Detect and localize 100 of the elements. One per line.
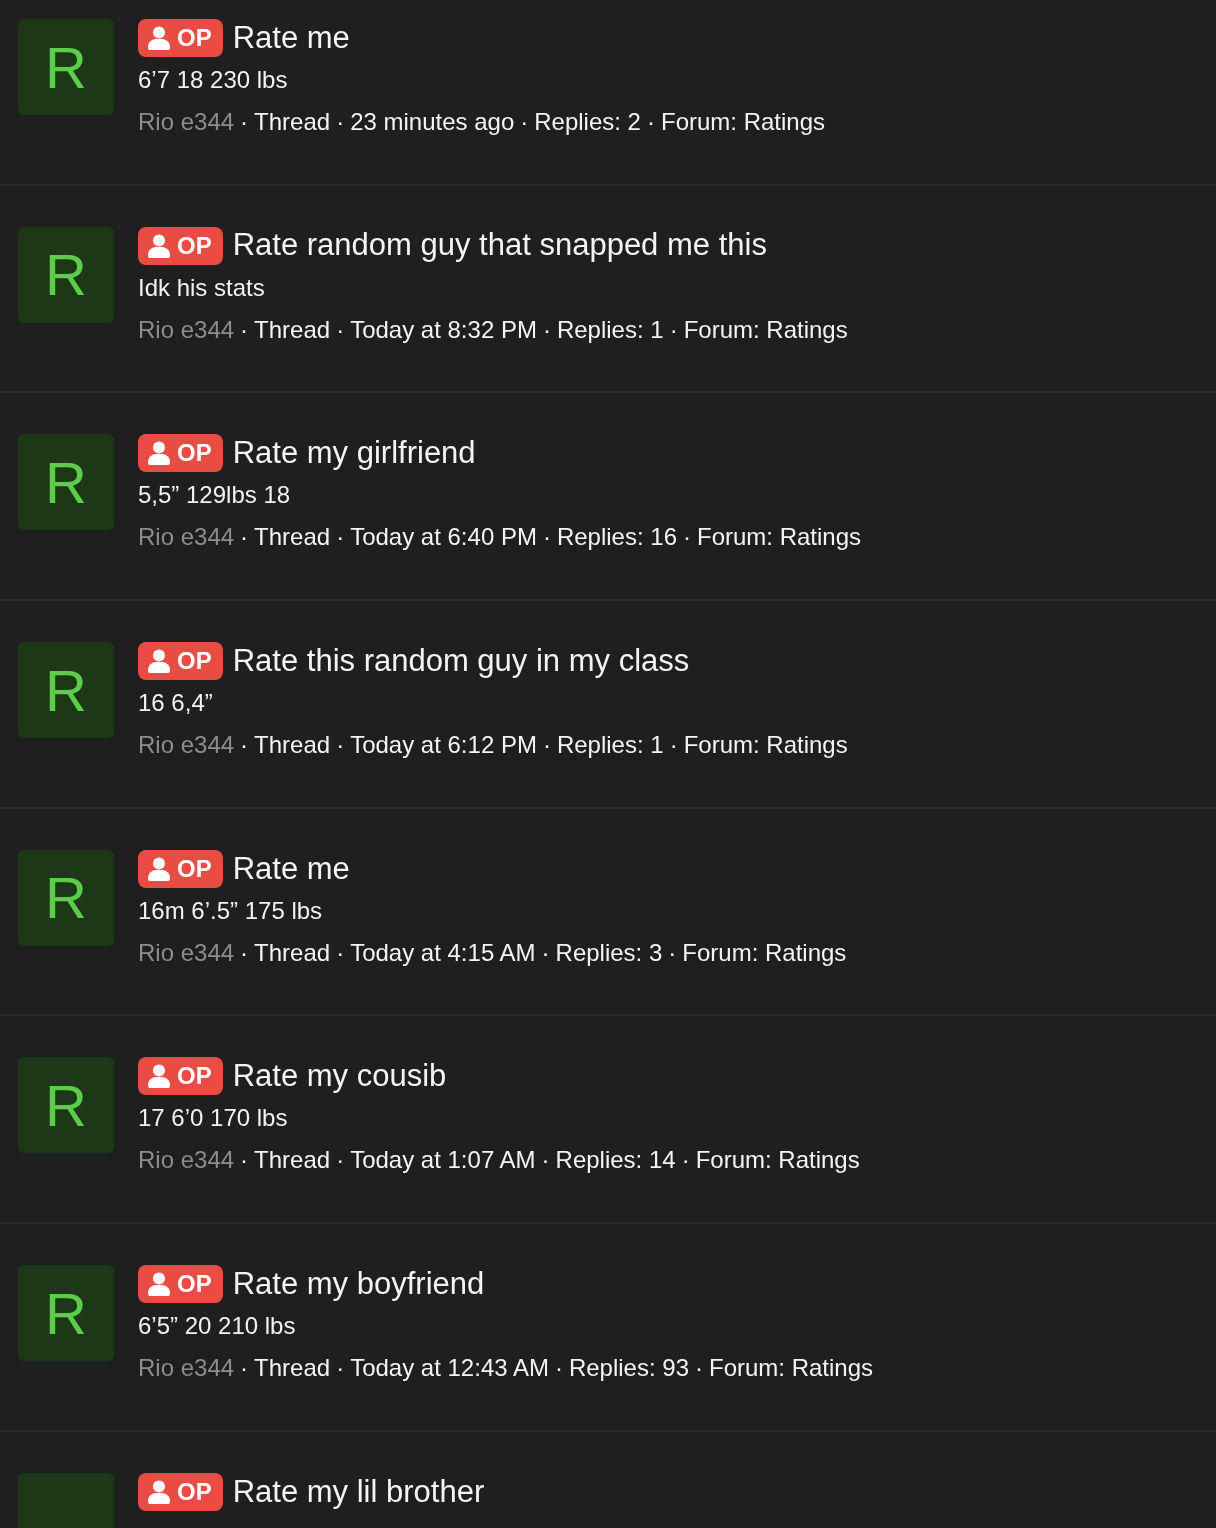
user-icon	[148, 856, 170, 881]
author-link[interactable]: Rio e344	[138, 937, 235, 968]
thread-title[interactable]: Rate me	[232, 845, 350, 892]
author-link[interactable]: Rio e344	[138, 107, 235, 137]
thread-type: Thread	[254, 522, 331, 553]
op-badge: OP	[138, 1265, 223, 1304]
separator-dot: ·	[240, 522, 249, 553]
separator-dot: ·	[669, 314, 678, 345]
separator-dot: ·	[695, 1353, 703, 1384]
separator-dot: ·	[240, 730, 249, 761]
post-time[interactable]: 23 minutes ago	[350, 107, 515, 137]
reply-count: Replies: 16	[556, 522, 677, 553]
thread-title[interactable]: Rate my girlfriend	[232, 430, 476, 477]
thread-snippet: Idk his stats	[138, 272, 266, 303]
thread-type: Thread	[254, 314, 331, 345]
avatar[interactable]: R	[18, 642, 114, 739]
thread-snippet: 6’7 18 230 lbs	[138, 65, 289, 95]
thread-title[interactable]: Rate random guy that snapped me this	[232, 222, 767, 269]
separator-dot: ·	[336, 107, 345, 137]
post-time[interactable]: Today at 8:32 PM	[350, 314, 537, 345]
user-icon	[148, 233, 170, 258]
separator-dot: ·	[646, 107, 655, 137]
avatar[interactable]: R	[18, 1057, 114, 1154]
separator-dot: ·	[336, 314, 345, 345]
forum-name[interactable]: Forum: Ratings	[695, 1145, 860, 1176]
thread-type: Thread	[254, 937, 331, 968]
post-time[interactable]: Today at 6:40 PM	[350, 522, 537, 553]
op-badge: OP	[138, 226, 223, 265]
author-link[interactable]: Rio e344	[138, 1353, 235, 1384]
user-icon	[148, 441, 170, 466]
forum-name[interactable]: Forum: Ratings	[697, 522, 862, 553]
avatar[interactable]: R	[18, 434, 114, 531]
separator-dot: ·	[336, 522, 345, 553]
separator-dot: ·	[683, 522, 691, 553]
avatar[interactable]: R	[18, 1265, 114, 1362]
separator-dot: ·	[542, 522, 551, 553]
reply-count: Replies: 2	[534, 107, 641, 137]
thread-title[interactable]: Rate my lil brother	[232, 1468, 485, 1516]
reply-count: Replies: 1	[556, 730, 664, 761]
reply-count: Replies: 1	[556, 314, 664, 345]
separator-dot: ·	[669, 730, 678, 761]
reply-count: Replies: 14	[555, 1145, 676, 1176]
separator-dot: ·	[554, 1353, 563, 1384]
thread-type: Thread	[254, 1145, 331, 1176]
thread-type: Thread	[254, 730, 331, 761]
author-link[interactable]: Rio e344	[138, 522, 235, 553]
op-badge: OP	[138, 1057, 223, 1096]
forum-name[interactable]: Forum: Ratings	[660, 107, 826, 137]
separator-dot: ·	[541, 937, 550, 968]
separator-dot: ·	[520, 107, 529, 137]
thread-snippet: 16 6,4”	[138, 688, 214, 719]
separator-dot: ·	[668, 937, 677, 968]
thread-title[interactable]: Rate my cousib	[232, 1053, 447, 1100]
user-icon	[148, 649, 170, 674]
author-link[interactable]: Rio e344	[138, 1145, 235, 1176]
separator-dot: ·	[541, 1145, 550, 1176]
forum-name[interactable]: Forum: Ratings	[683, 730, 848, 761]
forum-name[interactable]: Forum: Ratings	[709, 1353, 874, 1384]
author-link[interactable]: Rio e344	[138, 314, 235, 345]
thread-type: Thread	[254, 1353, 331, 1384]
separator-dot: ·	[336, 937, 345, 968]
thread-snippet: 17 6’0 170 lbs	[138, 1103, 289, 1134]
thread-snippet: 16m 6’.5” 175 lbs	[138, 895, 324, 926]
op-badge: OP	[138, 434, 223, 473]
avatar[interactable]: R	[18, 19, 114, 115]
post-time[interactable]: Today at 6:12 PM	[350, 730, 537, 761]
separator-dot: ·	[542, 730, 551, 761]
post-time[interactable]: Today at 12:43 AM	[350, 1353, 549, 1384]
user-icon	[148, 1064, 170, 1089]
thread-title[interactable]: Rate my boyfriend	[232, 1260, 485, 1308]
thread-snippet: 6’5” 20 210 lbs	[138, 1311, 297, 1342]
user-icon	[148, 1479, 170, 1504]
separator-dot: ·	[240, 937, 249, 968]
forum-name[interactable]: Forum: Ratings	[682, 937, 847, 968]
reply-count: Replies: 3	[555, 937, 663, 968]
separator-dot: ·	[240, 314, 249, 345]
separator-dot: ·	[240, 107, 249, 137]
thread-snippet: 5,5” 129lbs 18	[138, 480, 292, 511]
separator-dot: ·	[681, 1145, 690, 1176]
separator-dot: ·	[542, 314, 551, 345]
post-time[interactable]: Today at 4:15 AM	[350, 937, 536, 968]
op-badge: OP	[138, 849, 223, 888]
op-badge: OP	[138, 19, 223, 57]
thread-type: Thread	[254, 107, 331, 137]
op-badge: OP	[138, 642, 223, 681]
thread-title[interactable]: Rate this random guy in my class	[232, 637, 690, 685]
user-icon	[148, 26, 170, 50]
avatar[interactable]: R	[18, 849, 114, 946]
separator-dot: ·	[336, 730, 345, 761]
avatar[interactable]: R	[18, 226, 114, 323]
user-icon	[148, 1272, 170, 1297]
forum-name[interactable]: Forum: Ratings	[683, 314, 848, 345]
reply-count: Replies: 93	[568, 1353, 689, 1384]
thread-title[interactable]: Rate me	[232, 14, 350, 62]
separator-dot: ·	[336, 1145, 345, 1176]
post-time[interactable]: Today at 1:07 AM	[350, 1145, 536, 1176]
separator-dot: ·	[240, 1145, 249, 1176]
op-badge: OP	[138, 1472, 223, 1511]
separator-dot: ·	[336, 1353, 345, 1384]
author-link[interactable]: Rio e344	[138, 730, 235, 761]
